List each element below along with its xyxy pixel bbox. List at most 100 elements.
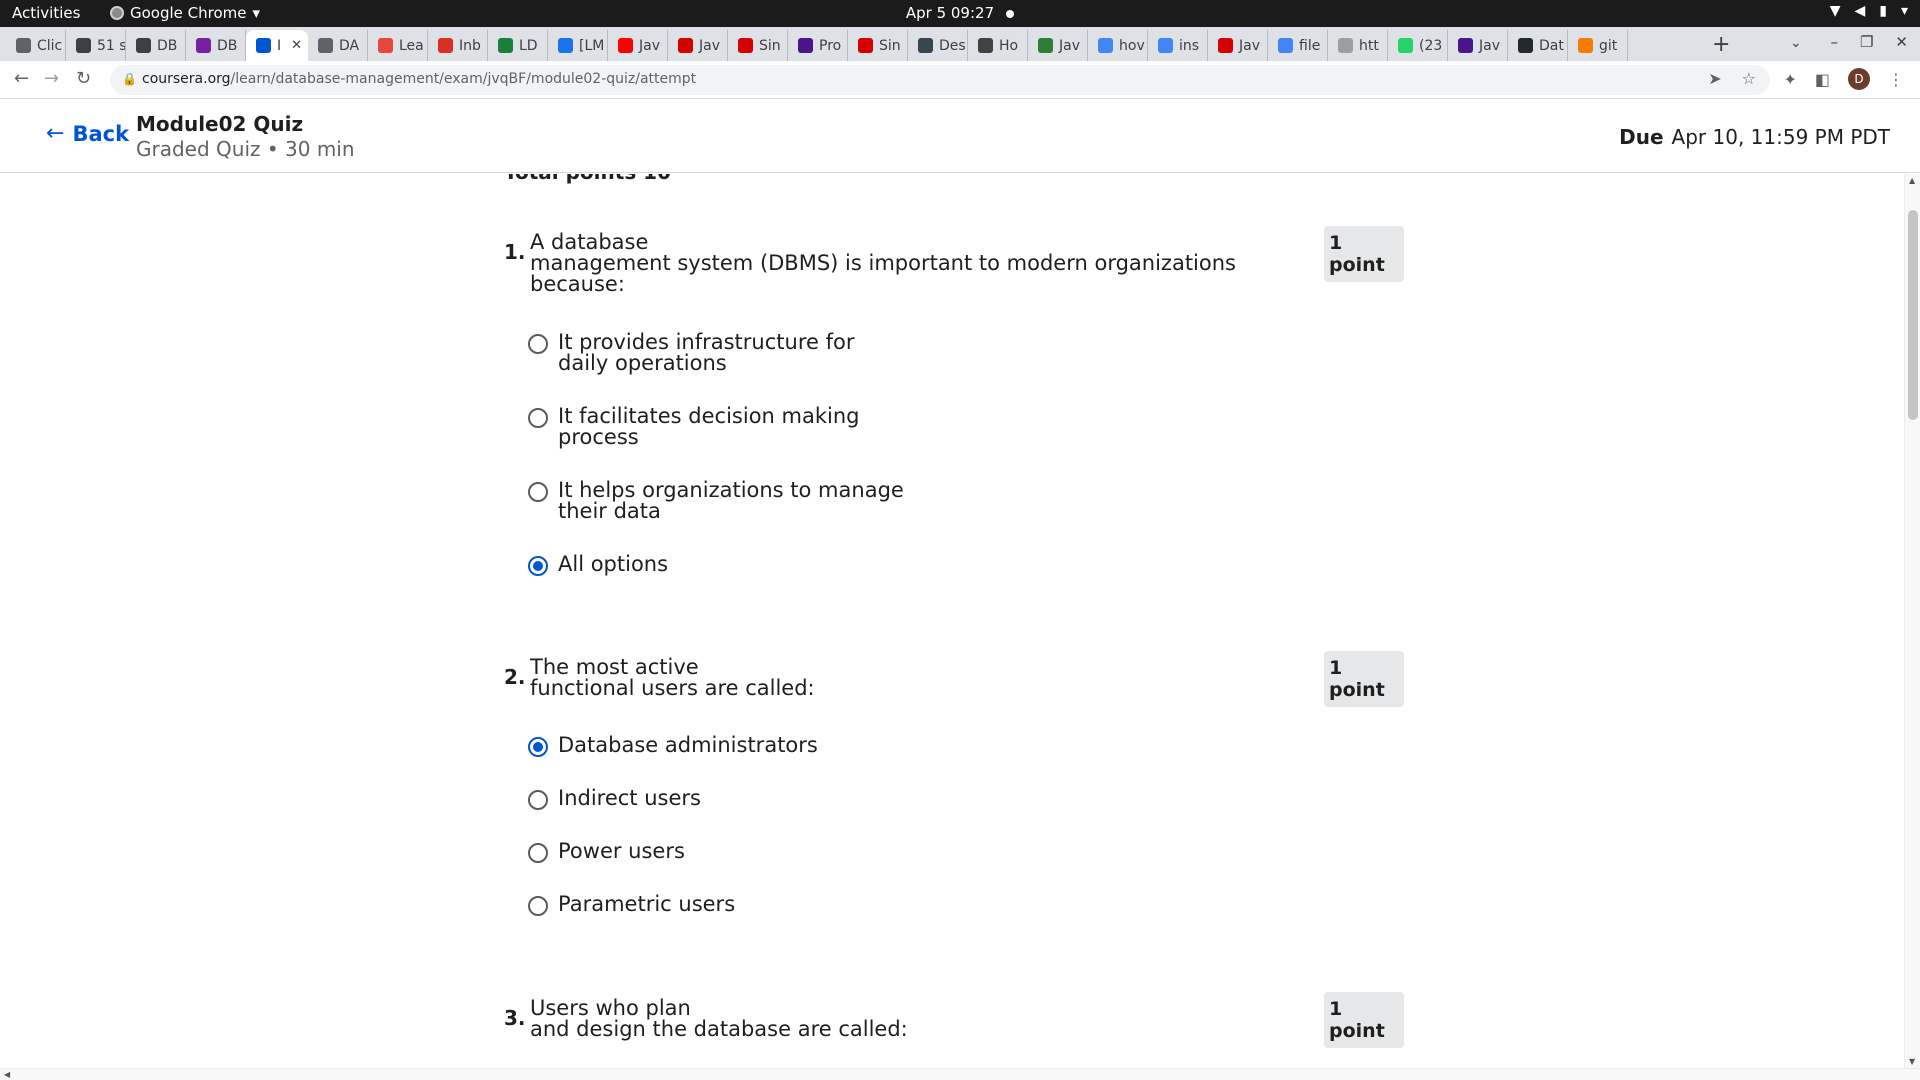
tab[interactable]: DA bbox=[308, 30, 368, 61]
tab[interactable]: hov bbox=[1088, 30, 1148, 61]
tab-favicon-icon bbox=[76, 38, 91, 53]
option-q1-c[interactable]: It helps organizations to manage their d… bbox=[528, 480, 938, 522]
tab[interactable]: Jav bbox=[1208, 30, 1268, 61]
tab[interactable]: Dat bbox=[1508, 30, 1568, 61]
tab[interactable]: git bbox=[1568, 30, 1628, 61]
clock[interactable]: Apr 5 09:27 bbox=[906, 4, 994, 22]
tab-favicon-icon bbox=[16, 38, 31, 53]
url-host: coursera.org bbox=[142, 71, 231, 87]
profile-avatar[interactable]: D bbox=[1848, 68, 1870, 90]
tab-label: htt bbox=[1359, 37, 1379, 54]
option-q2-b[interactable]: Indirect users bbox=[528, 788, 701, 810]
radio-button[interactable] bbox=[528, 408, 548, 428]
tab[interactable]: [LM bbox=[548, 30, 608, 61]
scroll-down-icon[interactable]: ▼ bbox=[1909, 1057, 1915, 1066]
tab[interactable]: Pro bbox=[788, 30, 848, 61]
tab[interactable]: Jav bbox=[668, 30, 728, 61]
tab[interactable]: Inb bbox=[428, 30, 488, 61]
option-label: All options bbox=[558, 552, 669, 576]
send-icon[interactable]: ➤ bbox=[1708, 69, 1721, 88]
radio-button-selected[interactable] bbox=[528, 556, 548, 576]
tab[interactable]: Ho bbox=[968, 30, 1028, 61]
tab[interactable]: DB bbox=[186, 30, 246, 61]
tab[interactable]: Sin bbox=[848, 30, 908, 61]
scroll-up-icon[interactable]: ▲ bbox=[1909, 176, 1915, 185]
app-name: Google Chrome bbox=[130, 4, 247, 22]
app-menu[interactable]: Google Chrome ▾ bbox=[110, 4, 260, 22]
tab[interactable]: file bbox=[1268, 30, 1328, 61]
tab[interactable]: Jav bbox=[1028, 30, 1088, 61]
tab[interactable]: DB bbox=[126, 30, 186, 61]
radio-button[interactable] bbox=[528, 482, 548, 502]
tab[interactable]: Sin bbox=[728, 30, 788, 61]
address-bar[interactable]: 🔒 coursera.org/learn/database-management… bbox=[110, 65, 1770, 95]
radio-button[interactable] bbox=[528, 790, 548, 810]
tab-search-icon[interactable]: ⌄ bbox=[1790, 35, 1802, 51]
bookmark-star-icon[interactable]: ☆ bbox=[1742, 69, 1756, 88]
option-q1-a[interactable]: It provides infrastructure for daily ope… bbox=[528, 332, 898, 374]
tab[interactable]: ins bbox=[1148, 30, 1208, 61]
tab[interactable]: htt bbox=[1328, 30, 1388, 61]
tab-label: Lea bbox=[399, 37, 424, 54]
menu-kebab-icon[interactable]: ⋮ bbox=[1888, 70, 1904, 89]
activities-button[interactable]: Activities bbox=[12, 4, 80, 22]
option-q1-b[interactable]: It facilitates decision making process bbox=[528, 406, 898, 448]
tab-favicon-icon bbox=[738, 38, 753, 53]
tab-label: git bbox=[1599, 37, 1618, 54]
option-q2-d[interactable]: Parametric users bbox=[528, 894, 735, 916]
side-panel-icon[interactable]: ◧ bbox=[1815, 70, 1830, 89]
radio-button[interactable] bbox=[528, 896, 548, 916]
system-top-bar: Activities Google Chrome ▾ Apr 5 09:27 ▼… bbox=[0, 0, 1920, 27]
tab[interactable]: (23 bbox=[1388, 30, 1448, 61]
tab[interactable]: Lea bbox=[368, 30, 428, 61]
radio-button[interactable] bbox=[528, 843, 548, 863]
tab-favicon-icon bbox=[378, 38, 393, 53]
forward-nav-icon[interactable]: → bbox=[44, 68, 59, 89]
tab[interactable]: Jav bbox=[608, 30, 668, 61]
tab-label: Dat bbox=[1539, 37, 1564, 54]
radio-button[interactable] bbox=[528, 334, 548, 354]
tab[interactable]: 51 s bbox=[66, 30, 126, 61]
tab-label: Inb bbox=[459, 37, 481, 54]
new-tab-button[interactable]: + bbox=[1712, 32, 1730, 57]
option-q2-c[interactable]: Power users bbox=[528, 841, 685, 863]
arrow-left-icon: ← bbox=[46, 121, 65, 146]
question-text: A database management system (DBMS) is i… bbox=[530, 232, 1250, 295]
tab-active[interactable]: I ✕ bbox=[246, 30, 308, 61]
tab[interactable]: LD bbox=[488, 30, 548, 61]
minimize-icon[interactable]: – bbox=[1830, 33, 1838, 51]
close-window-icon[interactable]: ✕ bbox=[1895, 33, 1908, 51]
question-text-line: The most active functional users are cal… bbox=[530, 655, 815, 700]
quiz-header: ← Back Module02 Quiz Graded Quiz • 30 mi… bbox=[0, 99, 1920, 173]
option-q2-a[interactable]: Database administrators bbox=[528, 735, 818, 757]
restore-icon[interactable]: ❐ bbox=[1860, 33, 1873, 51]
tab[interactable]: Clic bbox=[6, 30, 66, 61]
tab-label: ins bbox=[1179, 37, 1200, 54]
scrollbar-thumb[interactable] bbox=[1908, 210, 1918, 420]
option-label: It provides infrastructure for daily ope… bbox=[558, 330, 855, 375]
vertical-scrollbar[interactable]: ▲ ▼ bbox=[1904, 174, 1920, 1068]
reload-icon[interactable]: ↻ bbox=[76, 68, 91, 89]
back-nav-icon[interactable]: ← bbox=[14, 68, 29, 89]
tab-label: Jav bbox=[639, 37, 660, 54]
tab-close-icon[interactable]: ✕ bbox=[291, 38, 302, 53]
tab[interactable]: Des bbox=[908, 30, 968, 61]
radio-button-selected[interactable] bbox=[528, 737, 548, 757]
back-button[interactable]: ← Back bbox=[46, 121, 129, 146]
clock-container: Apr 5 09:27 bbox=[0, 4, 1920, 22]
tab[interactable]: Jav bbox=[1448, 30, 1508, 61]
tab-favicon-icon bbox=[1518, 38, 1533, 53]
extensions-icon[interactable]: ✦ bbox=[1783, 70, 1796, 89]
scroll-left-icon[interactable]: ◀ bbox=[4, 1070, 10, 1079]
lock-icon[interactable]: 🔒 bbox=[122, 72, 137, 86]
system-tray[interactable]: ▼ ◀ ▮ ▾ bbox=[1830, 3, 1908, 19]
url-text[interactable]: coursera.org/learn/database-management/e… bbox=[142, 71, 696, 87]
points-badge: 1 point bbox=[1324, 992, 1404, 1048]
tab-favicon-icon bbox=[558, 38, 573, 53]
option-q1-d[interactable]: All options bbox=[528, 554, 668, 576]
horizontal-scrollbar[interactable]: ◀ bbox=[0, 1068, 1920, 1080]
total-points-heading: Total points 10 bbox=[504, 174, 671, 184]
tab-favicon-icon bbox=[1218, 38, 1233, 53]
tab-label: Sin bbox=[879, 37, 901, 54]
quiz-title: Module02 Quiz bbox=[136, 112, 304, 136]
